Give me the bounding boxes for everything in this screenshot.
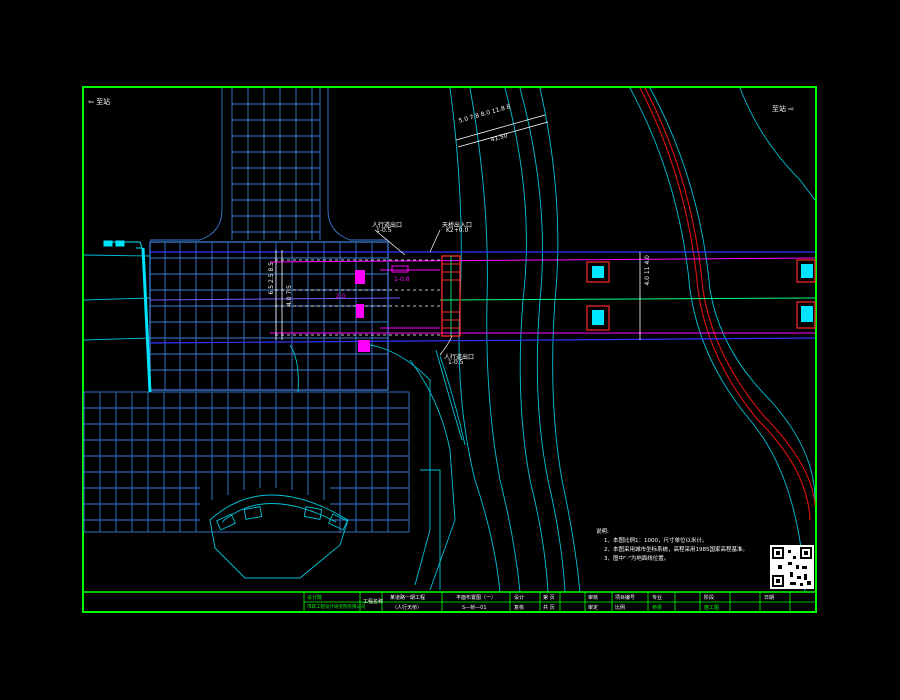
- fountain-feature: [209, 494, 349, 579]
- rail-line-curves: [639, 87, 816, 521]
- callout-left-top-sub: 1-0.5: [376, 227, 392, 234]
- stage-label: 阶段: [704, 595, 715, 601]
- dim-vertical-mid: 4.0 7.5: [286, 285, 293, 306]
- callout-bottom-sub: 1-0.5: [448, 359, 464, 366]
- design-label: 设计: [514, 595, 525, 601]
- total-label: 共 页: [543, 605, 555, 611]
- project-subname: （人行天桥）: [392, 605, 423, 611]
- dim-vertical-left: 6.5 2.5 8.5: [268, 262, 275, 295]
- dim-vertical-right: 4.0 11 4.0: [644, 255, 651, 286]
- check-label: 复核: [514, 605, 525, 611]
- company-name: 市政工程设计研究院有限公司: [307, 605, 366, 610]
- magenta-label-b: 2.0: [336, 293, 346, 300]
- approve-label: 审定: [588, 605, 599, 611]
- project-label: 工程名称: [363, 599, 384, 605]
- upper-plaza-grid: [150, 88, 388, 241]
- callout-leaders: [374, 229, 453, 356]
- sheet-label: 第 页: [543, 595, 555, 601]
- drawing-name: 平面布置图（一）: [456, 595, 497, 601]
- direction-right-label: 至站 ⇨: [772, 105, 795, 113]
- direction-left-label: ⇦ 至站: [88, 98, 111, 106]
- notes-title: 说明:: [596, 529, 609, 535]
- magenta-label-a: 1-0.8: [394, 276, 410, 283]
- qr-code-icon: [770, 545, 814, 589]
- specialty-value: 桥梁: [652, 605, 663, 611]
- date-label: 日期: [764, 595, 775, 601]
- project-name: 某道路一期工程: [390, 595, 426, 601]
- bridge-pier-main: [441, 255, 461, 337]
- drawing-number: S—桥—01: [462, 605, 487, 611]
- left-building-outline: [103, 240, 152, 393]
- specialty-label: 专业: [652, 595, 663, 601]
- company-logo: 设计院: [307, 595, 323, 601]
- notes-line-3: 3、图中"·"为地面线位置。: [604, 556, 670, 562]
- callout-mid-top-sub: K2+0.0: [446, 227, 469, 234]
- project-no-label: 项目编号: [615, 595, 636, 601]
- notes-line-2: 2、本图采用城市坐标系统，高程采用1985国家高程基准。: [604, 547, 748, 553]
- bridge-pier-2: [586, 261, 610, 331]
- notes-line-1: 1、本图比例1：1000，尺寸单位以米计。: [604, 538, 708, 544]
- review-label: 审核: [588, 595, 599, 601]
- lower-plaza-grid: [83, 391, 410, 533]
- bridge-pier-3: [796, 259, 816, 329]
- scale-label: 比例: [615, 605, 626, 611]
- road-edge-curves: [83, 254, 466, 591]
- stage-value: 施工图: [704, 605, 720, 611]
- bridge-deck-edges: [149, 251, 816, 344]
